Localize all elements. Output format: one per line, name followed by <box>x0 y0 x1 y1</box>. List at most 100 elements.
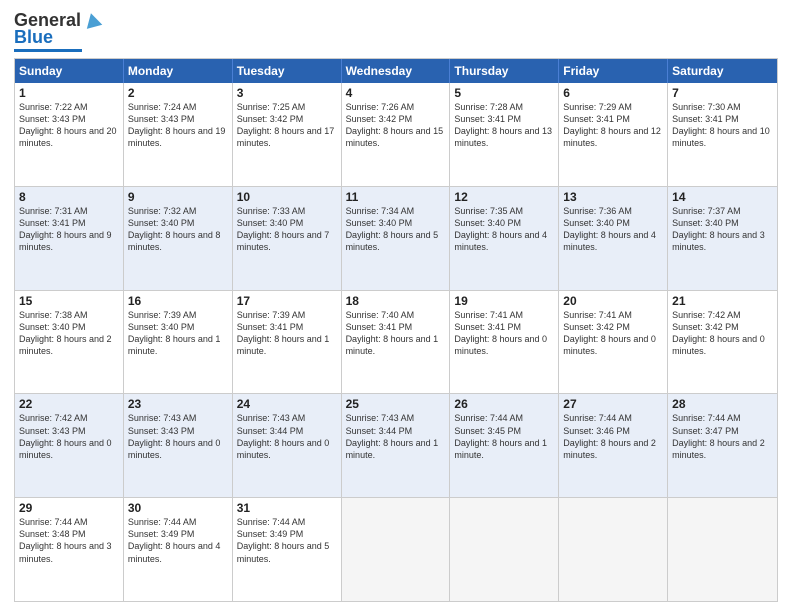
day-number: 16 <box>128 294 228 308</box>
day-number: 12 <box>454 190 554 204</box>
day-number: 5 <box>454 86 554 100</box>
calendar-cell-day-2: 2Sunrise: 7:24 AMSunset: 3:43 PMDaylight… <box>124 83 233 186</box>
cell-details: Sunrise: 7:43 AMSunset: 3:44 PMDaylight:… <box>346 412 446 461</box>
day-number: 15 <box>19 294 119 308</box>
calendar-cell-day-19: 19Sunrise: 7:41 AMSunset: 3:41 PMDayligh… <box>450 291 559 394</box>
calendar-cell-empty <box>450 498 559 601</box>
cell-details: Sunrise: 7:40 AMSunset: 3:41 PMDaylight:… <box>346 309 446 358</box>
cell-details: Sunrise: 7:41 AMSunset: 3:41 PMDaylight:… <box>454 309 554 358</box>
weekday-header-monday: Monday <box>124 59 233 83</box>
calendar-cell-day-21: 21Sunrise: 7:42 AMSunset: 3:42 PMDayligh… <box>668 291 777 394</box>
calendar-cell-day-22: 22Sunrise: 7:42 AMSunset: 3:43 PMDayligh… <box>15 394 124 497</box>
calendar-cell-day-28: 28Sunrise: 7:44 AMSunset: 3:47 PMDayligh… <box>668 394 777 497</box>
cell-details: Sunrise: 7:37 AMSunset: 3:40 PMDaylight:… <box>672 205 773 254</box>
day-number: 21 <box>672 294 773 308</box>
cell-details: Sunrise: 7:44 AMSunset: 3:46 PMDaylight:… <box>563 412 663 461</box>
day-number: 7 <box>672 86 773 100</box>
header: General Blue <box>14 10 778 52</box>
calendar-cell-day-26: 26Sunrise: 7:44 AMSunset: 3:45 PMDayligh… <box>450 394 559 497</box>
calendar-row-3: 15Sunrise: 7:38 AMSunset: 3:40 PMDayligh… <box>15 291 777 395</box>
day-number: 24 <box>237 397 337 411</box>
cell-details: Sunrise: 7:35 AMSunset: 3:40 PMDaylight:… <box>454 205 554 254</box>
calendar-cell-day-13: 13Sunrise: 7:36 AMSunset: 3:40 PMDayligh… <box>559 187 668 290</box>
calendar-body: 1Sunrise: 7:22 AMSunset: 3:43 PMDaylight… <box>15 83 777 601</box>
cell-details: Sunrise: 7:34 AMSunset: 3:40 PMDaylight:… <box>346 205 446 254</box>
day-number: 3 <box>237 86 337 100</box>
day-number: 2 <box>128 86 228 100</box>
calendar-cell-day-31: 31Sunrise: 7:44 AMSunset: 3:49 PMDayligh… <box>233 498 342 601</box>
calendar-row-1: 1Sunrise: 7:22 AMSunset: 3:43 PMDaylight… <box>15 83 777 187</box>
calendar-cell-day-7: 7Sunrise: 7:30 AMSunset: 3:41 PMDaylight… <box>668 83 777 186</box>
calendar-row-4: 22Sunrise: 7:42 AMSunset: 3:43 PMDayligh… <box>15 394 777 498</box>
cell-details: Sunrise: 7:42 AMSunset: 3:43 PMDaylight:… <box>19 412 119 461</box>
calendar-cell-day-30: 30Sunrise: 7:44 AMSunset: 3:49 PMDayligh… <box>124 498 233 601</box>
cell-details: Sunrise: 7:26 AMSunset: 3:42 PMDaylight:… <box>346 101 446 150</box>
cell-details: Sunrise: 7:41 AMSunset: 3:42 PMDaylight:… <box>563 309 663 358</box>
cell-details: Sunrise: 7:31 AMSunset: 3:41 PMDaylight:… <box>19 205 119 254</box>
day-number: 23 <box>128 397 228 411</box>
logo-blue: Blue <box>14 27 53 48</box>
calendar-header: SundayMondayTuesdayWednesdayThursdayFrid… <box>15 59 777 83</box>
day-number: 22 <box>19 397 119 411</box>
cell-details: Sunrise: 7:30 AMSunset: 3:41 PMDaylight:… <box>672 101 773 150</box>
day-number: 4 <box>346 86 446 100</box>
day-number: 25 <box>346 397 446 411</box>
day-number: 20 <box>563 294 663 308</box>
calendar-row-2: 8Sunrise: 7:31 AMSunset: 3:41 PMDaylight… <box>15 187 777 291</box>
calendar-cell-empty <box>342 498 451 601</box>
calendar-cell-day-11: 11Sunrise: 7:34 AMSunset: 3:40 PMDayligh… <box>342 187 451 290</box>
calendar-cell-day-4: 4Sunrise: 7:26 AMSunset: 3:42 PMDaylight… <box>342 83 451 186</box>
weekday-header-tuesday: Tuesday <box>233 59 342 83</box>
cell-details: Sunrise: 7:36 AMSunset: 3:40 PMDaylight:… <box>563 205 663 254</box>
calendar-cell-day-27: 27Sunrise: 7:44 AMSunset: 3:46 PMDayligh… <box>559 394 668 497</box>
calendar-cell-day-25: 25Sunrise: 7:43 AMSunset: 3:44 PMDayligh… <box>342 394 451 497</box>
day-number: 14 <box>672 190 773 204</box>
logo: General Blue <box>14 10 103 52</box>
day-number: 26 <box>454 397 554 411</box>
calendar-cell-day-1: 1Sunrise: 7:22 AMSunset: 3:43 PMDaylight… <box>15 83 124 186</box>
cell-details: Sunrise: 7:44 AMSunset: 3:48 PMDaylight:… <box>19 516 119 565</box>
cell-details: Sunrise: 7:42 AMSunset: 3:42 PMDaylight:… <box>672 309 773 358</box>
day-number: 11 <box>346 190 446 204</box>
cell-details: Sunrise: 7:29 AMSunset: 3:41 PMDaylight:… <box>563 101 663 150</box>
cell-details: Sunrise: 7:22 AMSunset: 3:43 PMDaylight:… <box>19 101 119 150</box>
calendar-cell-day-20: 20Sunrise: 7:41 AMSunset: 3:42 PMDayligh… <box>559 291 668 394</box>
calendar-cell-day-14: 14Sunrise: 7:37 AMSunset: 3:40 PMDayligh… <box>668 187 777 290</box>
cell-details: Sunrise: 7:28 AMSunset: 3:41 PMDaylight:… <box>454 101 554 150</box>
cell-details: Sunrise: 7:44 AMSunset: 3:49 PMDaylight:… <box>237 516 337 565</box>
calendar-cell-empty <box>668 498 777 601</box>
logo-arrow-icon <box>83 11 103 31</box>
day-number: 29 <box>19 501 119 515</box>
cell-details: Sunrise: 7:44 AMSunset: 3:47 PMDaylight:… <box>672 412 773 461</box>
logo-underline <box>14 49 82 52</box>
day-number: 10 <box>237 190 337 204</box>
page: General Blue SundayMondayTuesdayWednesda… <box>0 0 792 612</box>
cell-details: Sunrise: 7:38 AMSunset: 3:40 PMDaylight:… <box>19 309 119 358</box>
calendar-cell-day-10: 10Sunrise: 7:33 AMSunset: 3:40 PMDayligh… <box>233 187 342 290</box>
cell-details: Sunrise: 7:43 AMSunset: 3:43 PMDaylight:… <box>128 412 228 461</box>
day-number: 6 <box>563 86 663 100</box>
day-number: 1 <box>19 86 119 100</box>
weekday-header-sunday: Sunday <box>15 59 124 83</box>
day-number: 30 <box>128 501 228 515</box>
day-number: 13 <box>563 190 663 204</box>
cell-details: Sunrise: 7:24 AMSunset: 3:43 PMDaylight:… <box>128 101 228 150</box>
calendar-cell-day-23: 23Sunrise: 7:43 AMSunset: 3:43 PMDayligh… <box>124 394 233 497</box>
day-number: 18 <box>346 294 446 308</box>
cell-details: Sunrise: 7:43 AMSunset: 3:44 PMDaylight:… <box>237 412 337 461</box>
calendar-cell-day-17: 17Sunrise: 7:39 AMSunset: 3:41 PMDayligh… <box>233 291 342 394</box>
calendar-cell-day-8: 8Sunrise: 7:31 AMSunset: 3:41 PMDaylight… <box>15 187 124 290</box>
cell-details: Sunrise: 7:39 AMSunset: 3:40 PMDaylight:… <box>128 309 228 358</box>
cell-details: Sunrise: 7:39 AMSunset: 3:41 PMDaylight:… <box>237 309 337 358</box>
calendar-cell-empty <box>559 498 668 601</box>
cell-details: Sunrise: 7:32 AMSunset: 3:40 PMDaylight:… <box>128 205 228 254</box>
calendar-cell-day-3: 3Sunrise: 7:25 AMSunset: 3:42 PMDaylight… <box>233 83 342 186</box>
weekday-header-wednesday: Wednesday <box>342 59 451 83</box>
day-number: 19 <box>454 294 554 308</box>
weekday-header-thursday: Thursday <box>450 59 559 83</box>
calendar-cell-day-15: 15Sunrise: 7:38 AMSunset: 3:40 PMDayligh… <box>15 291 124 394</box>
calendar-cell-day-9: 9Sunrise: 7:32 AMSunset: 3:40 PMDaylight… <box>124 187 233 290</box>
calendar: SundayMondayTuesdayWednesdayThursdayFrid… <box>14 58 778 602</box>
day-number: 31 <box>237 501 337 515</box>
calendar-cell-day-5: 5Sunrise: 7:28 AMSunset: 3:41 PMDaylight… <box>450 83 559 186</box>
